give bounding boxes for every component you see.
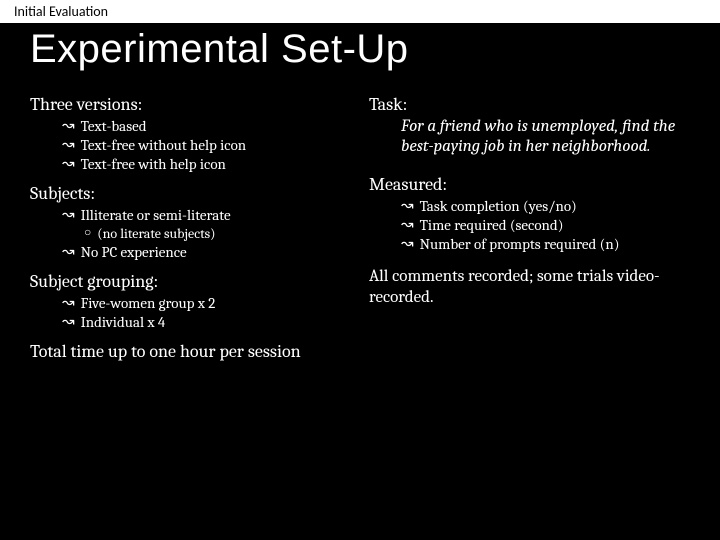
list-item: ↝ No PC experience <box>62 243 351 262</box>
item-text: Illiterate or semi-literate <box>81 206 231 225</box>
arrow-bullet-icon: ↝ <box>62 136 75 155</box>
arrow-bullet-icon: ↝ <box>401 216 414 235</box>
list-item: ↝ Text-free with help icon <box>62 155 351 174</box>
sub-list: ○ (no literate subjects) <box>62 225 351 243</box>
list-item: ↝ Task completion (yes/no) <box>401 197 690 216</box>
arrow-bullet-icon: ↝ <box>401 235 414 254</box>
arrow-bullet-icon: ↝ <box>62 155 75 174</box>
grouping-list: ↝ Five-women group x 2 ↝ Individual x 4 <box>30 294 351 332</box>
list-item: ○ (no literate subjects) <box>84 225 351 243</box>
arrow-bullet-icon: ↝ <box>62 117 75 136</box>
arrow-bullet-icon: ↝ <box>62 243 75 262</box>
arrow-bullet-icon: ↝ <box>401 197 414 216</box>
total-time-note: Total time up to one hour per session <box>30 342 351 363</box>
circle-bullet-icon: ○ <box>84 225 91 243</box>
list-item: ↝ Number of prompts required (n) <box>401 235 690 254</box>
list-item: ↝ Illiterate or semi-literate <box>62 206 351 225</box>
item-text: No PC experience <box>81 243 187 262</box>
arrow-bullet-icon: ↝ <box>62 313 75 332</box>
task-heading: Task: <box>369 94 690 115</box>
versions-heading: Three versions: <box>30 94 351 115</box>
measured-heading: Measured: <box>369 174 690 195</box>
list-item: ↝ Text-free without help icon <box>62 136 351 155</box>
list-item: ↝ Five-women group x 2 <box>62 294 351 313</box>
versions-list: ↝ Text-based ↝ Text-free without help ic… <box>30 117 351 173</box>
grouping-heading: Subject grouping: <box>30 271 351 292</box>
subjects-heading: Subjects: <box>30 183 351 204</box>
item-text: Five-women group x 2 <box>81 294 216 313</box>
list-item: ↝ Individual x 4 <box>62 313 351 332</box>
measured-list: ↝ Task completion (yes/no) ↝ Time requir… <box>369 197 690 253</box>
arrow-bullet-icon: ↝ <box>62 206 75 225</box>
left-column: Three versions: ↝ Text-based ↝ Text-free… <box>30 90 351 362</box>
list-item: ↝ Text-based <box>62 117 351 136</box>
item-text: Time required (second) <box>420 216 564 235</box>
list-item: ↝ Time required (second) <box>401 216 690 235</box>
item-text: Individual x 4 <box>81 313 166 332</box>
arrow-bullet-icon: ↝ <box>62 294 75 313</box>
item-text: Task completion (yes/no) <box>420 197 577 216</box>
comments-note: All comments recorded; some trials video… <box>369 267 690 308</box>
item-text: Text-free without help icon <box>81 136 247 155</box>
item-text: Text-free with help icon <box>81 155 226 174</box>
subjects-list: ↝ Illiterate or semi-literate ○ (no lite… <box>30 206 351 261</box>
content-columns: Three versions: ↝ Text-based ↝ Text-free… <box>0 90 720 362</box>
slide-title: Experimental Set-Up <box>0 23 720 90</box>
right-column: Task: For a friend who is unemployed, fi… <box>369 90 690 362</box>
task-body: For a friend who is unemployed, find the… <box>369 117 690 156</box>
item-text: (no literate subjects) <box>97 225 215 243</box>
item-text: Text-based <box>81 117 147 136</box>
header-bar: Initial Evaluation <box>0 0 720 23</box>
item-text: Number of prompts required (n) <box>420 235 620 254</box>
